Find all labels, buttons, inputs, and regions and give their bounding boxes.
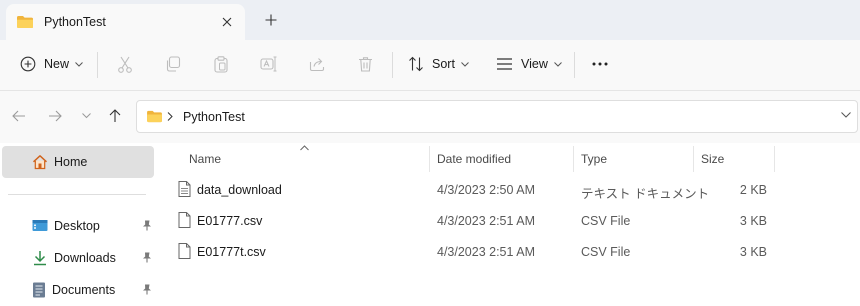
column-divider[interactable]	[693, 146, 694, 172]
pin-icon[interactable]	[142, 220, 152, 231]
file-date-modified: 4/3/2023 2:51 AM	[437, 214, 535, 228]
toolbar-divider	[574, 52, 575, 78]
share-button[interactable]	[304, 48, 330, 80]
desktop-icon	[32, 219, 48, 233]
delete-icon	[358, 56, 373, 73]
column-header-size[interactable]: Size	[701, 152, 724, 166]
cut-button[interactable]	[112, 48, 138, 80]
column-divider[interactable]	[774, 146, 775, 172]
column-header-name[interactable]: Name	[189, 152, 221, 166]
more-icon	[592, 62, 608, 66]
file-name: data_download	[197, 183, 282, 197]
column-header-type[interactable]: Type	[581, 152, 607, 166]
folder-icon	[16, 15, 34, 29]
share-icon	[309, 56, 326, 72]
file-size: 2 KB	[739, 183, 767, 197]
file-type: テキスト ドキュメント	[581, 187, 710, 201]
file-size: 3 KB	[739, 214, 767, 228]
close-icon[interactable]	[219, 14, 235, 30]
sidebar-item-label: Desktop	[54, 219, 100, 233]
breadcrumb[interactable]: PythonTest	[183, 110, 245, 124]
sidebar-item-label: Downloads	[54, 251, 116, 265]
sidebar-item-desktop[interactable]: Desktop	[32, 214, 156, 238]
rename-button[interactable]	[256, 48, 282, 80]
sidebar-item-home[interactable]: Home	[2, 146, 154, 178]
file-type: CSV File	[581, 214, 631, 228]
forward-arrow-icon[interactable]	[46, 107, 64, 125]
sidebar-divider	[8, 194, 146, 195]
chevron-down-icon	[461, 61, 469, 67]
new-tab-plus-icon[interactable]	[262, 11, 280, 29]
paste-button[interactable]	[208, 48, 234, 80]
folder-icon	[146, 110, 163, 123]
column-header-row: Name Date modified Type Size	[163, 143, 860, 174]
new-button[interactable]: New	[14, 48, 88, 80]
command-bar: New Sort View	[0, 40, 860, 91]
column-divider[interactable]	[573, 146, 574, 172]
cut-icon	[117, 56, 133, 73]
main-area: Home Desktop Downloads Documents Name Da…	[0, 143, 860, 306]
file-date-modified: 4/3/2023 2:51 AM	[437, 245, 535, 259]
download-icon	[32, 250, 48, 266]
sort-ascending-chevron-icon	[300, 145, 309, 151]
address-row: PythonTest	[0, 91, 860, 143]
column-header-date-modified[interactable]: Date modified	[437, 152, 511, 166]
file-type: CSV File	[581, 245, 631, 259]
documents-icon	[32, 282, 46, 298]
column-divider[interactable]	[429, 146, 430, 172]
copy-icon	[165, 56, 181, 72]
file-row[interactable]: E01777.csv 4/3/2023 2:51 AM CSV File 3 K…	[163, 206, 860, 236]
file-date-modified: 4/3/2023 2:50 AM	[437, 183, 535, 197]
breadcrumb-chevron-icon[interactable]	[167, 112, 173, 121]
navigation-pane: Home Desktop Downloads Documents	[0, 143, 163, 306]
sidebar-item-documents[interactable]: Documents	[32, 278, 156, 302]
address-dropdown-chevron-icon[interactable]	[841, 112, 851, 118]
text-file-icon	[178, 181, 191, 197]
sidebar-item-label: Documents	[52, 283, 116, 297]
sidebar-item-downloads[interactable]: Downloads	[32, 246, 156, 270]
pin-icon[interactable]	[142, 284, 152, 295]
file-name: E01777t.csv	[197, 245, 266, 259]
recent-locations-chevron-icon[interactable]	[77, 107, 95, 125]
sidebar-item-label: Home	[54, 155, 88, 169]
pin-icon[interactable]	[142, 252, 152, 263]
file-icon	[178, 212, 191, 228]
up-arrow-icon[interactable]	[106, 107, 124, 125]
file-list: Name Date modified Type Size data_downlo…	[163, 143, 860, 306]
copy-button[interactable]	[160, 48, 186, 80]
paste-icon	[213, 55, 229, 73]
sort-button-label: Sort	[432, 57, 455, 71]
address-bar[interactable]: PythonTest	[136, 100, 858, 133]
chevron-down-icon	[554, 61, 562, 67]
sort-icon	[408, 56, 424, 72]
file-size: 3 KB	[739, 245, 767, 259]
sort-button[interactable]: Sort	[402, 48, 476, 80]
new-button-label: New	[44, 57, 70, 71]
view-icon	[496, 57, 513, 71]
tab-pythontest[interactable]: PythonTest	[6, 4, 245, 40]
plus-circle-icon	[20, 56, 36, 72]
toolbar-divider	[97, 52, 98, 78]
tab-strip: PythonTest	[0, 0, 860, 40]
file-icon	[178, 243, 191, 259]
file-row[interactable]: E01777t.csv 4/3/2023 2:51 AM CSV File 3 …	[163, 237, 860, 267]
file-row[interactable]: data_download 4/3/2023 2:50 AM テキスト ドキュメ…	[163, 175, 860, 205]
home-icon	[32, 154, 48, 170]
rename-icon	[260, 56, 278, 72]
file-name: E01777.csv	[197, 214, 263, 228]
view-button-label: View	[521, 57, 548, 71]
view-button[interactable]: View	[490, 48, 566, 80]
delete-button[interactable]	[352, 48, 378, 80]
back-arrow-icon[interactable]	[10, 107, 28, 125]
toolbar-divider	[392, 52, 393, 78]
more-button[interactable]	[586, 48, 614, 80]
chevron-down-icon	[75, 61, 83, 67]
tab-title: PythonTest	[44, 15, 106, 29]
